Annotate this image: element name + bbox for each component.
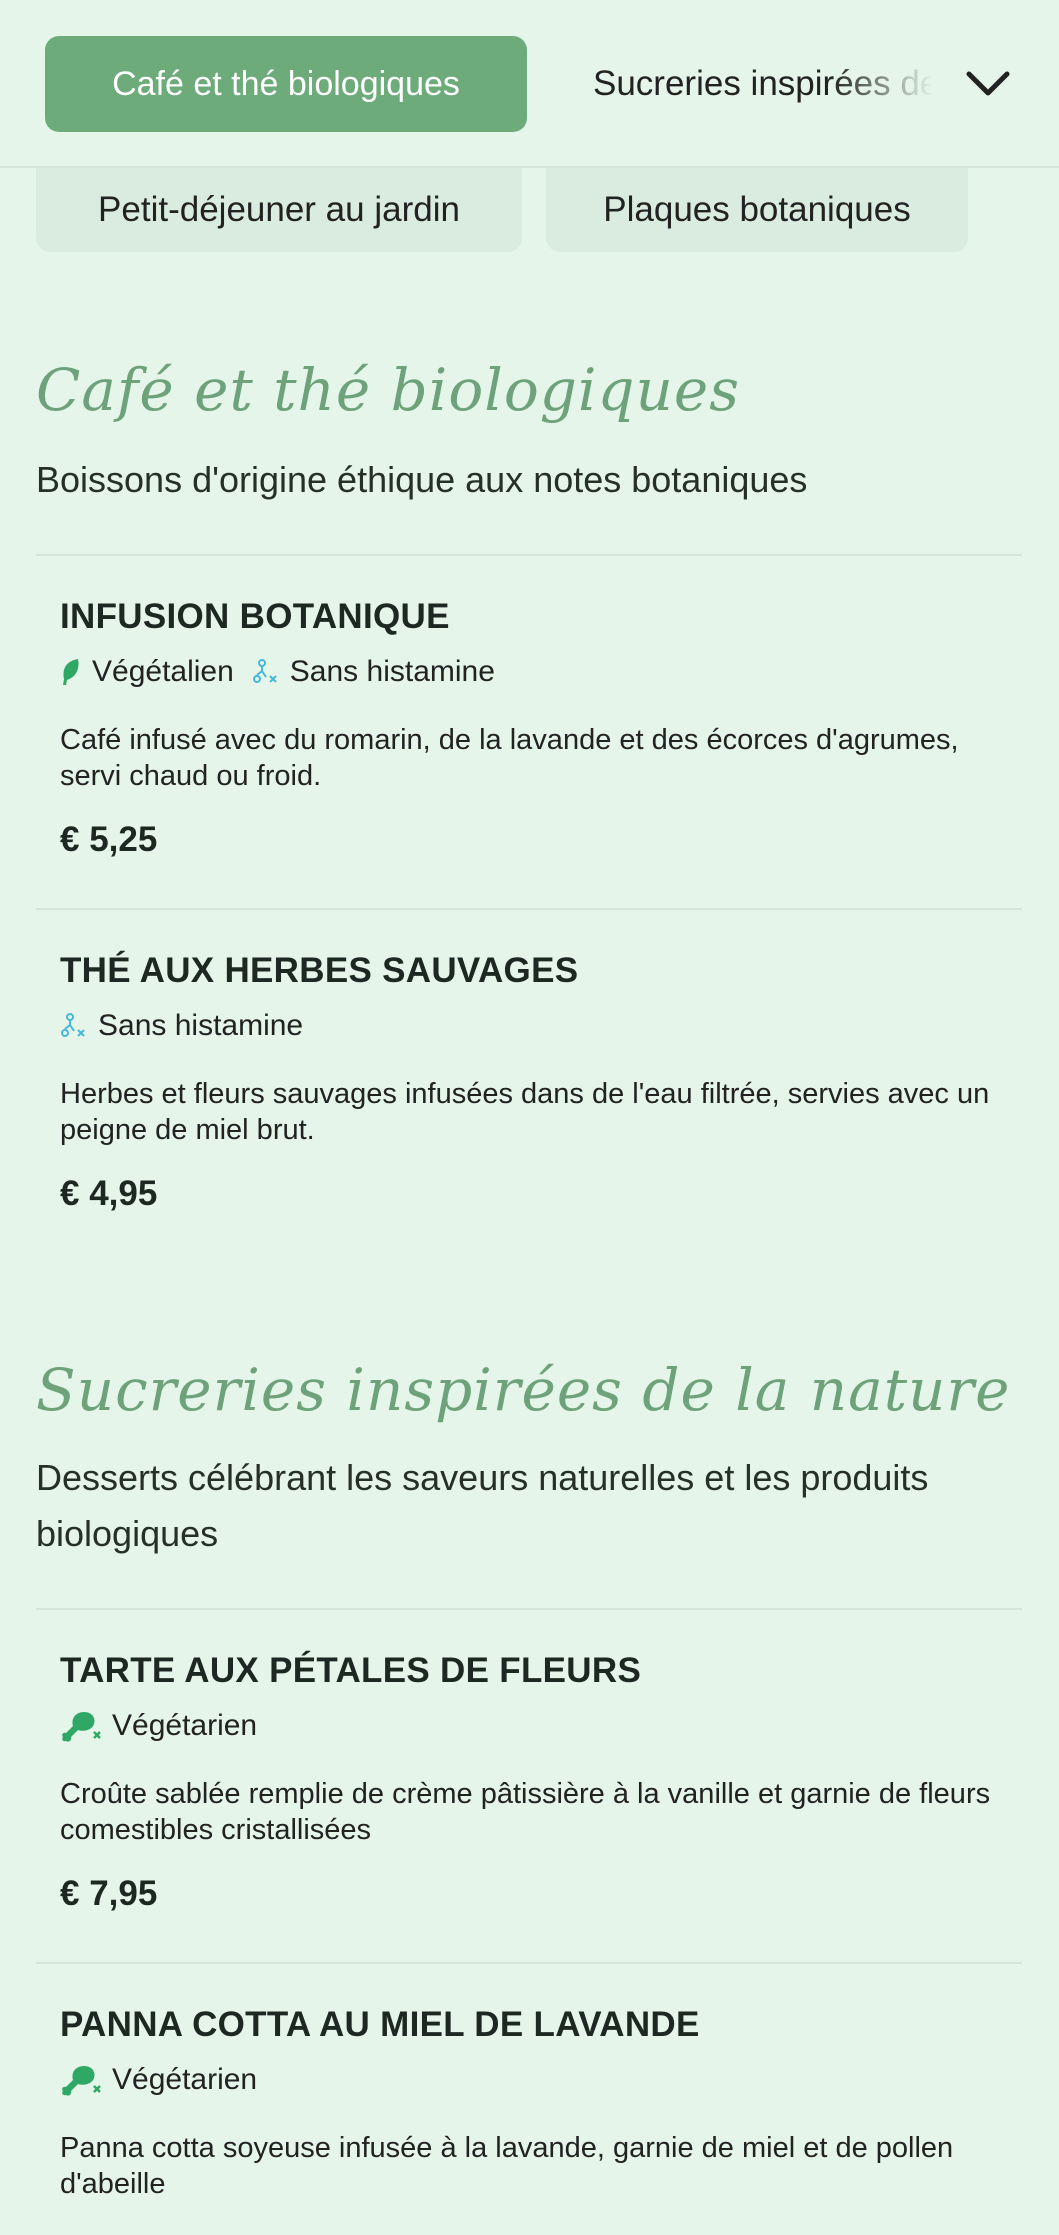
item-name: INFUSION BOTANIQUE xyxy=(60,597,450,636)
badge-label: Végétarien xyxy=(112,1709,258,1742)
histamine-free-badge: Sans histamine xyxy=(60,1009,303,1043)
section-description: Boissons d'origine éthique aux notes bot… xyxy=(36,459,808,500)
menu-item[interactable]: TARTE AUX PÉTALES DE FLEURS Végétarien C… xyxy=(60,1648,1010,1914)
item-description: Croûte sablée remplie de crème pâtissièr… xyxy=(60,1778,991,1846)
dietary-badges: Végétarien xyxy=(60,2062,1010,2098)
section-description: Desserts célébrant les saveurs naturelle… xyxy=(36,1457,929,1554)
drumstick-crossed-icon xyxy=(62,2066,101,2096)
dietary-badges: Végétarien xyxy=(60,1708,1010,1744)
item-price: € 7,95 xyxy=(60,1874,158,1913)
histamine-free-icon xyxy=(252,659,277,683)
item-price: € 5,25 xyxy=(60,820,158,859)
menu-item[interactable]: THÉ AUX HERBES SAUVAGES Sans histamine H… xyxy=(60,948,1010,1214)
item-name: THÉ AUX HERBES SAUVAGES xyxy=(60,951,579,990)
item-name: PANNA COTTA AU MIEL DE LAVANDE xyxy=(60,2005,700,2044)
category-toggle-button[interactable] xyxy=(958,54,1018,114)
item-description: Panna cotta soyeuse infusée à la lavande… xyxy=(60,2132,954,2200)
menu-item[interactable]: PANNA COTTA AU MIEL DE LAVANDE Végétarie… xyxy=(60,2002,1010,2202)
chevron-down-icon xyxy=(966,71,1010,96)
badge-label: Végétarien xyxy=(112,2063,258,2096)
menu-item[interactable]: INFUSION BOTANIQUE Végétalien Sans hista… xyxy=(60,594,1010,860)
leaf-icon xyxy=(63,659,79,685)
section-title: Café et thé biologiques xyxy=(36,356,740,424)
vegetarian-badge: Végétarien xyxy=(60,2062,257,2098)
vegetarian-badge: Végétarien xyxy=(60,1708,257,1744)
vegan-badge: Végétalien xyxy=(60,655,234,689)
divider xyxy=(36,908,1022,910)
category-tab-active[interactable]: Café et thé biologiques xyxy=(45,36,527,132)
badge-label: Sans histamine xyxy=(98,1009,304,1042)
item-price: € 4,95 xyxy=(60,1174,158,1213)
drumstick-crossed-icon xyxy=(62,1712,101,1742)
dietary-badges: Végétalien Sans histamine xyxy=(60,654,1010,690)
divider xyxy=(36,1608,1022,1610)
category-tab-plates[interactable]: Plaques botaniques xyxy=(546,168,968,252)
badge-label: Végétalien xyxy=(92,655,234,688)
category-tab-breakfast[interactable]: Petit-déjeuner au jardin xyxy=(36,168,522,252)
category-nav: Café et thé biologiques Sucreries inspir… xyxy=(0,0,1059,168)
item-name: TARTE AUX PÉTALES DE FLEURS xyxy=(60,1651,642,1690)
item-description: Herbes et fleurs sauvages infusées dans … xyxy=(60,1078,990,1146)
item-description: Café infusé avec du romarin, de la lavan… xyxy=(60,724,959,792)
histamine-free-icon xyxy=(61,1013,85,1037)
histamine-free-badge: Sans histamine xyxy=(252,655,495,689)
badge-label: Sans histamine xyxy=(289,655,495,688)
category-tab-next[interactable]: Sucreries inspirées de la nature xyxy=(593,36,933,132)
divider xyxy=(36,554,1022,556)
divider xyxy=(36,1962,1022,1964)
dietary-badges: Sans histamine xyxy=(60,1008,1010,1044)
section-title: Sucreries inspirées de la nature xyxy=(36,1356,1011,1424)
